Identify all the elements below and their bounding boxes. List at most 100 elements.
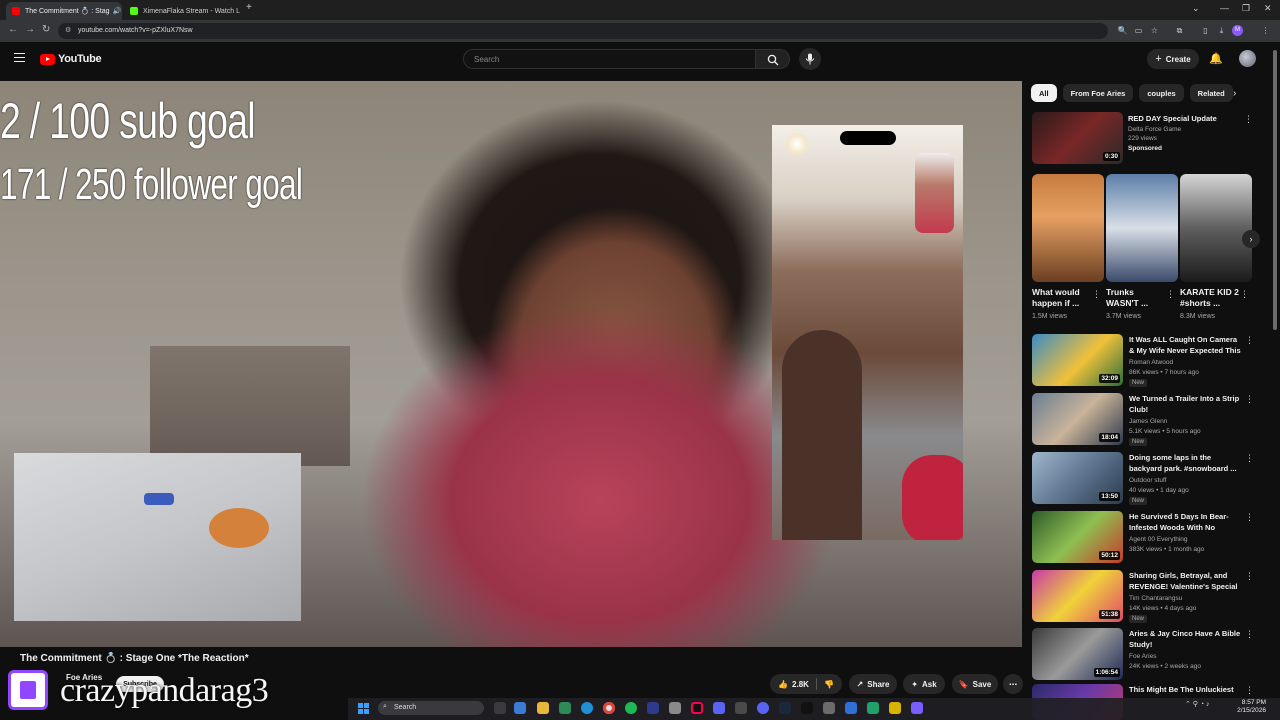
video-title[interactable]: Doing some laps in the backyard park. #s… bbox=[1129, 452, 1241, 474]
maximize-icon[interactable]: ❐ bbox=[1242, 3, 1250, 14]
more-options-icon[interactable]: ⋮ bbox=[1245, 629, 1254, 640]
video-title[interactable]: Aries & Jay Cinco Have A Bible Study! bbox=[1129, 628, 1241, 650]
sponsored-video[interactable]: 0:30 RED DAY Special Update Delta Force … bbox=[1032, 112, 1272, 166]
youtube-logo[interactable]: YouTube bbox=[40, 53, 102, 65]
browser-tab-youtube[interactable]: The Commitment 💍 : Stag 🔊 ✕ bbox=[6, 2, 122, 20]
speaker-icon[interactable]: 🔊 bbox=[113, 7, 122, 15]
taskbar-search-input[interactable]: ⌕ Search bbox=[378, 701, 484, 715]
video-title[interactable]: We Turned a Trailer Into a Strip Club! bbox=[1129, 393, 1241, 415]
chip-all[interactable]: All bbox=[1031, 84, 1057, 102]
ask-button[interactable]: ✦ Ask bbox=[903, 674, 945, 694]
video-thumbnail[interactable]: 13:50 bbox=[1032, 452, 1123, 504]
video-title[interactable]: RED DAY Special Update bbox=[1128, 113, 1248, 124]
app-icon[interactable] bbox=[647, 702, 659, 714]
download-icon[interactable]: ⤓ bbox=[1216, 25, 1227, 36]
notifications-bell-icon[interactable]: 🔔 bbox=[1209, 52, 1223, 65]
tiktok-icon[interactable] bbox=[691, 702, 703, 714]
search-button[interactable] bbox=[756, 49, 790, 69]
profile-icon[interactable]: M bbox=[1232, 25, 1243, 36]
chips-next-arrow-icon[interactable]: › bbox=[1233, 88, 1236, 99]
system-tray[interactable]: ⌃ ⚲ ◔ ♪ bbox=[1185, 700, 1210, 708]
create-button[interactable]: + Create bbox=[1147, 49, 1199, 69]
address-bar[interactable]: ⚙ youtube.com/watch?v=-pZXluX7Nsw bbox=[58, 23, 1108, 39]
video-title[interactable]: He Survived 5 Days In Bear-Infested Wood… bbox=[1129, 511, 1241, 533]
video-title[interactable]: It Was ALL Caught On Camera & My Wife Ne… bbox=[1129, 334, 1241, 356]
more-options-icon[interactable]: ⋮ bbox=[1245, 394, 1254, 405]
like-button[interactable]: 👍 2.8K bbox=[778, 680, 809, 689]
cast-icon[interactable]: ▭ bbox=[1133, 25, 1144, 36]
app-icon[interactable] bbox=[889, 702, 901, 714]
file-explorer-icon[interactable] bbox=[537, 702, 549, 714]
shorts-next-arrow-icon[interactable]: › bbox=[1242, 230, 1260, 248]
chip-related[interactable]: Related bbox=[1189, 84, 1233, 102]
more-options-icon[interactable]: ⋮ bbox=[1245, 512, 1254, 523]
app-icon[interactable] bbox=[713, 702, 725, 714]
more-options-icon[interactable]: ⋮ bbox=[1244, 114, 1253, 125]
discord-icon[interactable] bbox=[757, 702, 769, 714]
short-thumbnail[interactable] bbox=[1106, 174, 1178, 282]
chip-from-channel[interactable]: From Foe Aries bbox=[1062, 84, 1134, 102]
more-options-icon[interactable]: ⋮ bbox=[1166, 289, 1175, 300]
more-options-icon[interactable]: ⋮ bbox=[1245, 685, 1254, 696]
save-button[interactable]: 🔖 Save bbox=[952, 674, 998, 694]
zoom-icon[interactable]: 🔍 bbox=[1117, 25, 1128, 36]
kick-icon[interactable] bbox=[801, 702, 813, 714]
site-info-icon[interactable]: ⚙ bbox=[65, 26, 71, 34]
app-icon[interactable] bbox=[845, 702, 857, 714]
app-icon[interactable] bbox=[669, 702, 681, 714]
app-icon[interactable] bbox=[911, 702, 923, 714]
steam-icon[interactable] bbox=[779, 702, 791, 714]
short-thumbnail[interactable] bbox=[1032, 174, 1104, 282]
chip-couples[interactable]: couples bbox=[1139, 84, 1184, 102]
video-player[interactable]: 2 / 100 sub goal 171 / 250 follower goal bbox=[0, 81, 1022, 647]
more-actions-button[interactable]: ⋯ bbox=[1003, 674, 1023, 694]
more-options-icon[interactable]: ⋮ bbox=[1240, 289, 1249, 300]
close-window-icon[interactable]: ✕ bbox=[1264, 3, 1272, 14]
close-tab-icon[interactable]: ✕ bbox=[121, 7, 122, 16]
extensions-icon[interactable]: ⧉ bbox=[1174, 25, 1185, 36]
spotify-icon[interactable] bbox=[625, 702, 637, 714]
windows-start-icon[interactable] bbox=[358, 703, 369, 714]
forward-icon[interactable]: → bbox=[25, 24, 35, 35]
task-view-icon[interactable] bbox=[494, 702, 506, 714]
tab-search-icon[interactable]: ⌄ bbox=[1192, 3, 1200, 14]
video-title[interactable]: This Might Be The Unluckiest bbox=[1129, 684, 1241, 695]
app-icon[interactable] bbox=[735, 702, 747, 714]
edge-icon[interactable] bbox=[581, 702, 593, 714]
video-title[interactable]: Sharing Girls, Betrayal, and REVENGE! Va… bbox=[1129, 570, 1241, 592]
more-options-icon[interactable]: ⋮ bbox=[1092, 289, 1101, 300]
xbox-icon[interactable] bbox=[867, 702, 879, 714]
back-icon[interactable]: ← bbox=[8, 24, 18, 35]
voice-search-button[interactable] bbox=[799, 48, 821, 70]
page-scrollbar[interactable] bbox=[1273, 50, 1277, 330]
short-thumbnail[interactable] bbox=[1180, 174, 1252, 282]
share-button[interactable]: ↗ Share bbox=[849, 674, 897, 694]
video-thumbnail[interactable]: 32:09 bbox=[1032, 334, 1123, 386]
short-title[interactable]: KARATE KID 2 #shorts ... bbox=[1180, 287, 1240, 309]
video-thumbnail[interactable]: 1:06:54 bbox=[1032, 628, 1123, 680]
sidepanel-icon[interactable]: ▯ bbox=[1200, 25, 1211, 36]
chrome-menu-icon[interactable]: ⋮ bbox=[1260, 25, 1271, 36]
more-options-icon[interactable]: ⋮ bbox=[1245, 335, 1254, 346]
video-thumbnail[interactable]: 51:38 bbox=[1032, 570, 1123, 622]
video-thumbnail[interactable]: 18:04 bbox=[1032, 393, 1123, 445]
minimize-icon[interactable]: — bbox=[1220, 3, 1229, 13]
hamburger-menu-icon[interactable] bbox=[14, 53, 25, 62]
more-options-icon[interactable]: ⋮ bbox=[1245, 453, 1254, 464]
short-title[interactable]: What would happen if ... bbox=[1032, 287, 1092, 309]
video-thumbnail[interactable]: 0:30 bbox=[1032, 112, 1123, 164]
reload-icon[interactable]: ↻ bbox=[42, 24, 50, 35]
video-thumbnail[interactable]: 50:12 bbox=[1032, 511, 1123, 563]
store-icon[interactable] bbox=[559, 702, 571, 714]
chrome-icon[interactable] bbox=[603, 702, 615, 714]
new-tab-button[interactable]: + bbox=[246, 2, 252, 13]
widgets-icon[interactable] bbox=[514, 702, 526, 714]
search-input[interactable]: Search bbox=[463, 49, 756, 69]
more-options-icon[interactable]: ⋮ bbox=[1245, 571, 1254, 582]
taskbar-clock[interactable]: 8:57 PM 2/15/2026 bbox=[1226, 699, 1266, 715]
account-avatar[interactable] bbox=[1239, 50, 1256, 67]
short-title[interactable]: Trunks WASN'T ... bbox=[1106, 287, 1166, 309]
browser-tab-kick[interactable]: XimenaFlaka Stream - Watch L ✕ bbox=[124, 2, 240, 20]
bookmark-star-icon[interactable]: ☆ bbox=[1149, 25, 1160, 36]
app-icon[interactable] bbox=[823, 702, 835, 714]
